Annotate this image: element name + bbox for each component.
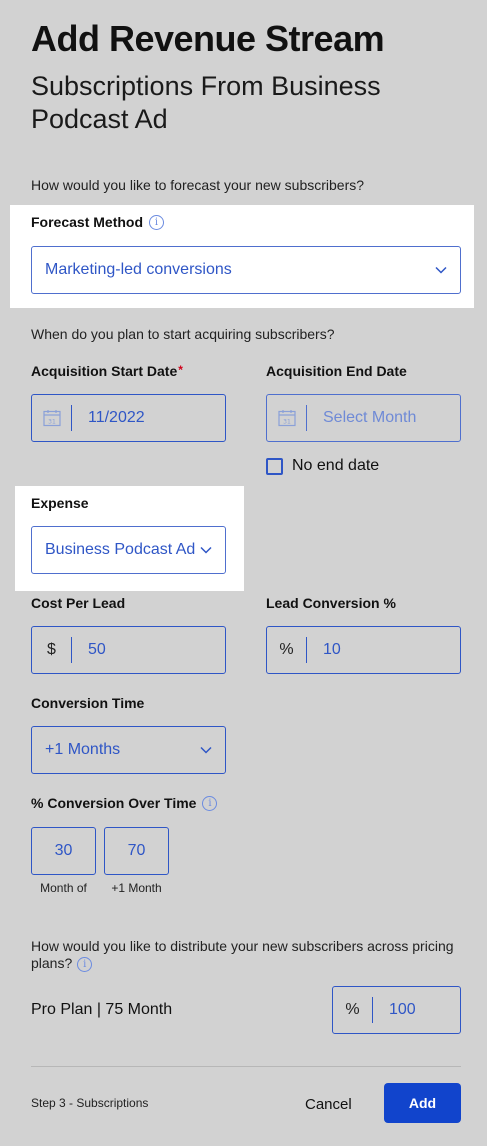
percent-prefix: %	[333, 997, 373, 1023]
conversion-time-label: Conversion Time	[31, 695, 145, 711]
page-title: Add Revenue Stream	[31, 18, 385, 59]
acquisition-start-field[interactable]: 31 11/2022	[31, 394, 226, 442]
forecast-method-select[interactable]: Marketing-led conversions	[31, 246, 461, 294]
acquisition-start-value: 11/2022	[88, 409, 145, 426]
calendar-icon: 31	[277, 410, 296, 427]
chevron-down-icon	[200, 546, 212, 554]
calendar-day-text: 31	[48, 419, 56, 426]
calendar-icon-wrap: 31	[267, 405, 307, 431]
expense-select[interactable]: Business Podcast Ad	[31, 526, 226, 574]
percent-prefix: %	[267, 637, 307, 663]
chevron-down-icon	[435, 266, 447, 274]
pro-plan-percent-value: 100	[389, 1001, 416, 1018]
calendar-icon: 31	[42, 410, 61, 427]
forecast-question: How would you like to forecast your new …	[31, 177, 365, 193]
acquisition-end-label: Acquisition End Date	[266, 363, 407, 379]
conversion-month-of-value: 30	[54, 842, 73, 859]
acquisition-end-placeholder: Select Month	[323, 409, 417, 426]
pro-plan-percent-field[interactable]: % 100	[332, 986, 461, 1034]
expense-value: Business Podcast Ad	[45, 541, 196, 558]
conversion-plus-one-value: 70	[127, 842, 146, 859]
acquisition-end-field[interactable]: 31 Select Month	[266, 394, 461, 442]
forecast-method-label-text: Forecast Method	[31, 214, 144, 230]
conversion-time-select[interactable]: +1 Months	[31, 726, 226, 774]
cost-per-lead-value: 50	[88, 641, 106, 658]
page-subtitle: Subscriptions From Business Podcast Ad	[31, 71, 381, 134]
conversion-month-of-input[interactable]: 30	[31, 827, 96, 875]
info-icon[interactable]: i	[77, 956, 93, 972]
cost-per-lead-label: Cost Per Lead	[31, 595, 126, 611]
conversion-over-time-label: % Conversion Over Time i	[31, 795, 218, 811]
conversion-over-time-label-text: % Conversion Over Time	[31, 795, 197, 811]
conversion-month-of-caption: Month of	[40, 881, 87, 895]
distribution-question: How would you like to distribute your ne…	[31, 938, 461, 972]
no-end-date-option[interactable]: No end date	[266, 457, 379, 475]
expense-label: Expense	[31, 495, 89, 511]
cancel-button[interactable]: Cancel	[305, 1096, 352, 1113]
lead-conversion-label: Lead Conversion %	[266, 595, 396, 611]
add-button[interactable]: Add	[384, 1083, 461, 1123]
cost-per-lead-field[interactable]: $ 50	[31, 626, 226, 674]
info-icon[interactable]: i	[202, 795, 218, 811]
info-icon[interactable]: i	[149, 214, 165, 230]
forecast-method-value: Marketing-led conversions	[45, 261, 232, 278]
lead-conversion-field[interactable]: % 10	[266, 626, 461, 674]
no-end-date-checkbox[interactable]	[266, 457, 283, 475]
chevron-down-icon	[200, 746, 212, 754]
calendar-day-text: 31	[283, 419, 291, 426]
footer-divider	[31, 1066, 461, 1067]
required-marker: *	[178, 363, 183, 377]
conversion-time-value: +1 Months	[45, 741, 121, 758]
lead-conversion-value: 10	[323, 641, 341, 658]
calendar-icon-wrap: 31	[32, 405, 72, 431]
pro-plan-label: Pro Plan | 75 Month	[31, 1001, 173, 1018]
conversion-plus-one-caption: +1 Month	[111, 881, 162, 895]
acquisition-start-label: Acquisition Start Date*	[31, 363, 183, 379]
distribution-question-text: How would you like to distribute your ne…	[31, 938, 454, 971]
acquisition-question: When do you plan to start acquiring subs…	[31, 326, 335, 342]
dollar-prefix: $	[32, 637, 72, 663]
conversion-plus-one-input[interactable]: 70	[104, 827, 169, 875]
step-indicator: Step 3 - Subscriptions	[31, 1096, 149, 1110]
forecast-method-label: Forecast Method i	[31, 214, 165, 230]
no-end-date-label: No end date	[292, 457, 380, 474]
acquisition-start-label-text: Acquisition Start Date	[31, 363, 178, 379]
